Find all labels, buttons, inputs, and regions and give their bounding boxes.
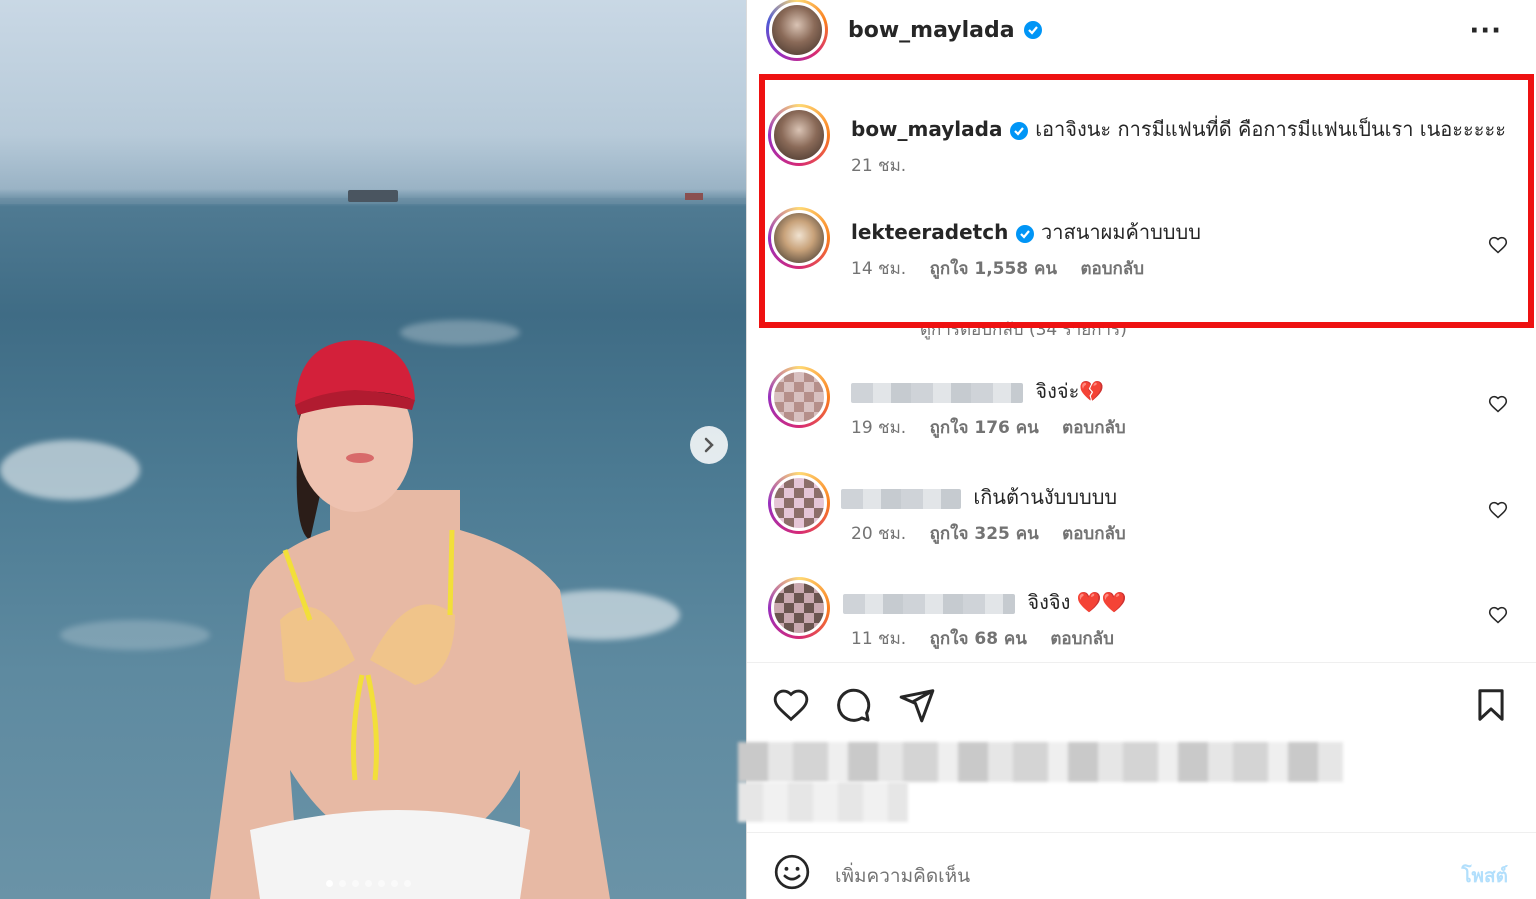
- author-username[interactable]: bow_maylada: [848, 18, 1015, 43]
- comment-item: จิงจิง ❤️❤️ 11 ชม. ถูกใจ 68 คน ตอบกลับ: [768, 577, 1508, 667]
- blurred-username[interactable]: [841, 488, 961, 509]
- commenter-avatar[interactable]: [768, 577, 830, 639]
- verified-badge-icon: [1023, 21, 1042, 39]
- blurred-username[interactable]: [851, 382, 1023, 403]
- boat-far: [685, 193, 703, 200]
- blurred-post-date: [738, 782, 908, 822]
- reply-button[interactable]: ตอบกลับ: [1050, 629, 1114, 649]
- comment-likes[interactable]: ถูกใจ 176 คน: [930, 418, 1039, 438]
- post-actions: [772, 686, 1512, 726]
- emoji-smile-icon[interactable]: [773, 853, 811, 891]
- carousel-dot: [339, 880, 346, 887]
- comment-time: 11 ชม.: [851, 629, 907, 649]
- commenter-avatar[interactable]: [768, 472, 830, 534]
- carousel-dots: [326, 880, 411, 887]
- comment-item: จิงจ่ะ💔 19 ชม. ถูกใจ 176 คน ตอบกลับ: [768, 366, 1508, 456]
- person-figure: [210, 340, 610, 899]
- like-comment-heart-icon[interactable]: [1488, 394, 1508, 414]
- post-photo[interactable]: [0, 0, 746, 899]
- comment-composer: เพิ่มความคิดเห็น โพสต์: [747, 832, 1536, 899]
- bookmark-icon[interactable]: [1472, 686, 1510, 724]
- blurred-likes-summary: [738, 742, 1343, 782]
- carousel-dot: [404, 880, 411, 887]
- post-header: bow_maylada: [766, 0, 1536, 61]
- blurred-username[interactable]: [843, 593, 1015, 614]
- wave: [60, 620, 210, 650]
- comment-time: 19 ชม.: [851, 418, 907, 438]
- carousel-dot: [352, 880, 359, 887]
- comment-likes[interactable]: ถูกใจ 68 คน: [930, 629, 1027, 649]
- section-divider: [747, 662, 1536, 663]
- share-send-icon[interactable]: [898, 686, 936, 724]
- like-comment-heart-icon[interactable]: [1488, 500, 1508, 520]
- like-heart-icon[interactable]: [772, 686, 810, 724]
- carousel-dot: [365, 880, 372, 887]
- comment-likes[interactable]: ถูกใจ 325 คน: [930, 524, 1039, 544]
- comment-text: เกินต้านงับบบบบ: [973, 485, 1118, 509]
- reply-button[interactable]: ตอบกลับ: [1062, 524, 1126, 544]
- comment-input[interactable]: เพิ่มความคิดเห็น: [835, 861, 970, 891]
- boat: [348, 190, 398, 202]
- carousel-dot: [326, 880, 333, 887]
- reply-button[interactable]: ตอบกลับ: [1062, 418, 1126, 438]
- carousel-dot: [391, 880, 398, 887]
- carousel-dot: [378, 880, 385, 887]
- comment-time: 20 ชม.: [851, 524, 907, 544]
- post-comment-button[interactable]: โพสต์: [1461, 861, 1508, 891]
- commenter-avatar[interactable]: [768, 366, 830, 428]
- comment-bubble-icon[interactable]: [834, 686, 872, 724]
- more-options-button[interactable]: ···: [1469, 16, 1502, 46]
- comment-text: จิงจิง ❤️❤️: [1027, 590, 1127, 614]
- like-comment-heart-icon[interactable]: [1488, 605, 1508, 625]
- comment-text: จิงจ่ะ💔: [1035, 379, 1105, 403]
- wave: [0, 440, 140, 500]
- author-avatar[interactable]: [766, 0, 828, 61]
- comment-item: เกินต้านงับบบบบ 20 ชม. ถูกใจ 325 คน ตอบก…: [768, 472, 1508, 562]
- next-photo-button[interactable]: [690, 426, 728, 464]
- chevron-right-icon: [704, 437, 714, 453]
- highlight-box: [759, 74, 1534, 328]
